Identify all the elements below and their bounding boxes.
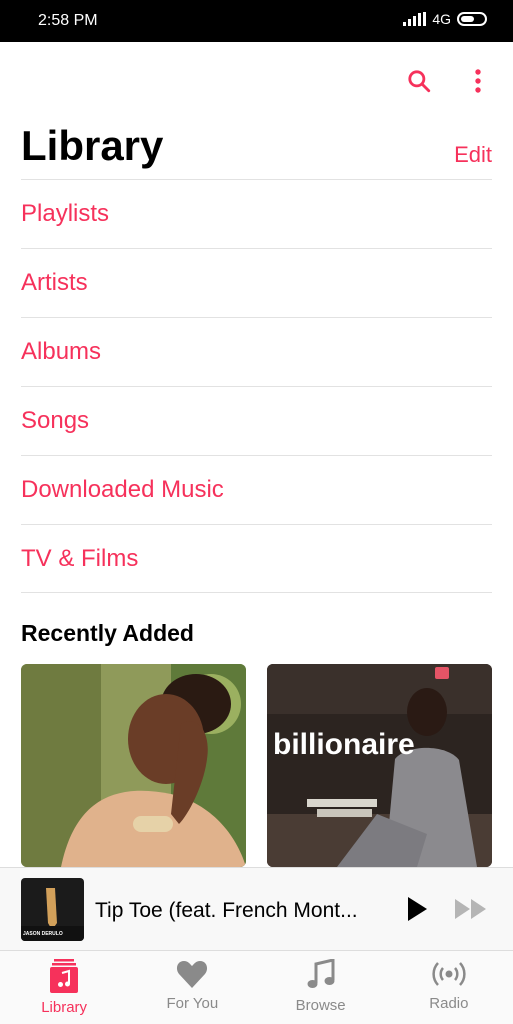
tab-label: Browse: [295, 997, 346, 1014]
tab-bar: Library For You Browse Radio: [0, 951, 513, 1024]
library-item-albums[interactable]: Albums: [21, 317, 492, 386]
tab-browse[interactable]: Browse: [257, 951, 385, 1024]
play-icon[interactable]: [402, 894, 432, 924]
radio-icon: [432, 962, 466, 986]
tab-label: Radio: [429, 995, 469, 1012]
network-label: 4G: [432, 11, 451, 27]
library-item-label: Playlists: [21, 200, 110, 227]
library-item-label: Downloaded Music: [21, 476, 224, 503]
search-icon[interactable]: [404, 66, 434, 96]
battery-icon: [457, 12, 487, 26]
library-item-playlists[interactable]: Playlists: [21, 179, 492, 248]
album-art: [267, 664, 492, 867]
album-art: [21, 664, 246, 867]
more-vert-icon[interactable]: [466, 66, 490, 96]
tab-label: For You: [166, 995, 219, 1012]
tab-for-you[interactable]: For You: [128, 951, 256, 1024]
library-item-label: Artists: [21, 269, 88, 296]
tab-label: Library: [41, 999, 88, 1016]
now-playing-title: Tip Toe (feat. French Mont...: [95, 899, 358, 922]
status-icons: 4G: [403, 11, 487, 27]
library-item-songs[interactable]: Songs: [21, 386, 492, 455]
tab-library[interactable]: Library: [0, 951, 128, 1024]
library-list: Playlists Artists Albums Songs Downloade…: [21, 179, 492, 593]
page-title: Library: [21, 122, 164, 169]
library-item-downloaded-music[interactable]: Downloaded Music: [21, 455, 492, 524]
album-art-text: billionaire: [273, 728, 415, 761]
library-icon: [50, 959, 79, 993]
recently-added-heading: Recently Added: [21, 620, 194, 646]
edit-button[interactable]: Edit: [454, 142, 492, 168]
mini-player[interactable]: JASON DERULO Tip Toe (feat. French Mont.…: [0, 867, 513, 951]
status-bar: 2:58 PM 4G: [0, 0, 513, 42]
album-card[interactable]: billionaire: [267, 664, 492, 867]
status-time: 2:58 PM: [38, 12, 98, 29]
album-card[interactable]: [21, 664, 246, 867]
signal-icon: [403, 12, 427, 26]
library-item-label: Songs: [21, 407, 90, 434]
library-item-tv-films[interactable]: TV & Films: [21, 524, 492, 593]
top-bar: [0, 42, 513, 118]
music-note-icon: [307, 959, 335, 988]
library-item-artists[interactable]: Artists: [21, 248, 492, 317]
library-item-label: TV & Films: [21, 544, 139, 572]
now-playing-art: JASON DERULO: [21, 878, 84, 941]
now-playing-art-text: JASON DERULO: [23, 931, 63, 937]
recently-added-grid: billionaire: [21, 664, 492, 867]
forward-icon[interactable]: [452, 894, 490, 924]
heart-icon: [177, 961, 208, 988]
library-item-label: Albums: [21, 338, 102, 365]
tab-radio[interactable]: Radio: [385, 951, 513, 1024]
